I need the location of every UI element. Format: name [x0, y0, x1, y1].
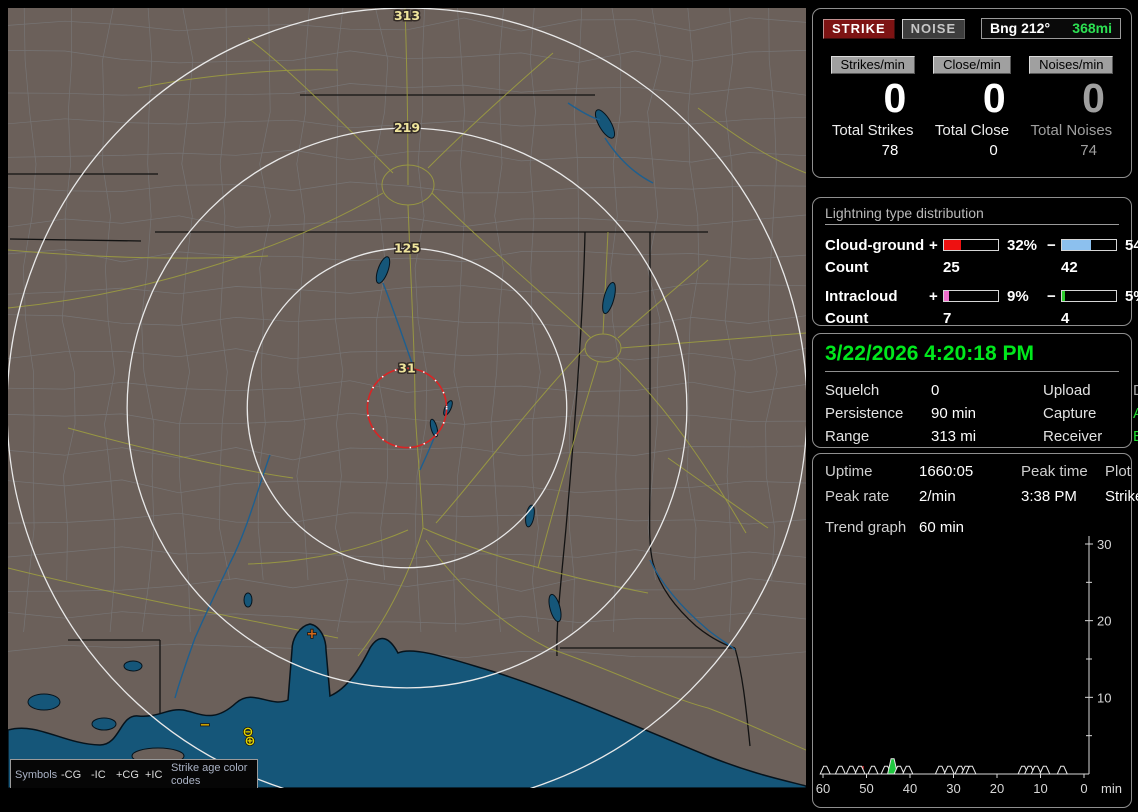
legend-col-neg-ic: -IC	[91, 768, 106, 781]
ic-negative-count: 4	[1061, 309, 1070, 327]
range-value: 313 mi	[931, 428, 977, 445]
total-close-value: 0	[989, 142, 998, 159]
strikes-per-min-button[interactable]: Strikes/min	[830, 56, 915, 74]
squelch-label: Squelch	[825, 382, 880, 399]
squelch-value: 0	[931, 382, 940, 399]
svg-text:0: 0	[1080, 781, 1087, 796]
strikes-per-min-value: 0	[883, 75, 907, 121]
peak-rate-value: 2/min	[919, 488, 956, 505]
intracloud-row: Intracloud + 9% − 5%	[825, 285, 1138, 307]
close-per-min-value: 0	[982, 75, 1006, 121]
map-svg: 31321912531 +− ⊖⊕	[8, 8, 806, 788]
peak-time-value: 3:38 PM	[1021, 488, 1077, 505]
svg-text:40: 40	[903, 781, 917, 796]
distribution-title: Lightning type distribution	[825, 205, 1119, 225]
close-per-min-button[interactable]: Close/min	[933, 56, 1011, 74]
clock-status-panel: 3/22/2026 4:20:18 PM Squelch 0 Upload Di…	[812, 333, 1138, 448]
svg-text:219: 219	[394, 120, 420, 135]
plus-sign: +	[929, 287, 938, 305]
strike-button[interactable]: STRIKE	[823, 18, 895, 39]
datetime-display: 3/22/2026 4:20:18 PM	[825, 342, 1119, 372]
legend-age-header: Strike age color codes	[171, 762, 248, 787]
map-legend: Symbols -CG -IC +CG +IC Strike age color…	[10, 759, 258, 788]
svg-text:10: 10	[1097, 690, 1111, 705]
counter-panel: STRIKE NOISE Bng 212° 368mi Strikes/min …	[812, 8, 1132, 178]
application-window: 313 219 125 31 + − ⊖ ⊕ Symbols -CG -IC +CG +IC…	[0, 0, 1138, 812]
close-column: Close/min 0 Total Close 0	[922, 56, 1021, 159]
legend-col-pos-ic: +IC	[145, 768, 163, 781]
plot-value: Strike	[1105, 488, 1138, 505]
intracloud-label: Intracloud	[825, 287, 898, 305]
svg-text:31: 31	[398, 360, 415, 375]
svg-text:20: 20	[1097, 614, 1111, 629]
svg-text:30: 30	[1097, 537, 1111, 552]
cg-positive-pct: 32%	[1007, 236, 1038, 254]
cloud-ground-row: Cloud-ground + 32% − 54%	[825, 234, 1138, 256]
receiver-label: Receiver	[1043, 428, 1103, 445]
count-label: Count	[825, 258, 869, 276]
noises-per-min-button[interactable]: Noises/min	[1029, 56, 1114, 74]
cloud-ground-count-row: Count 25 42	[825, 256, 1119, 278]
minus-sign: −	[1047, 287, 1056, 305]
cg-negative-count: 42	[1061, 258, 1078, 276]
cloud-ground-label: Cloud-ground	[825, 236, 925, 254]
strike-symbol-+CG: ⊕	[245, 734, 256, 749]
capture-value: Active	[1133, 405, 1138, 422]
ic-positive-pct: 9%	[1007, 287, 1029, 305]
total-noises-value: 74	[1080, 142, 1097, 159]
svg-text:10: 10	[1033, 781, 1047, 796]
total-noises-label: Total Noises	[1030, 122, 1113, 139]
map-area[interactable]: 313 219 125 31 + − ⊖ ⊕ Symbols -CG -IC +CG +IC…	[8, 8, 806, 788]
svg-text:50: 50	[859, 781, 873, 796]
persistence-value: 90 min	[931, 405, 977, 422]
legend-col-neg-cg: -CG	[61, 768, 82, 781]
svg-text:20: 20	[990, 781, 1004, 796]
peak-time-label: Peak time	[1021, 463, 1088, 480]
svg-text:60: 60	[816, 781, 830, 796]
noises-per-min-value: 0	[1082, 75, 1105, 121]
upload-value: Disabled	[1133, 382, 1138, 399]
uptime-value: 1660:05	[919, 463, 974, 480]
strikes-column: Strikes/min 0 Total Strikes 78	[823, 56, 922, 159]
range-label: Range	[825, 428, 870, 445]
persistence-label: Persistence	[825, 405, 904, 422]
plus-sign: +	[929, 236, 938, 254]
svg-text:125: 125	[394, 240, 420, 255]
svg-text:313: 313	[394, 8, 420, 23]
noise-button[interactable]: NOISE	[901, 18, 966, 39]
minus-sign: −	[1047, 236, 1056, 254]
count-label: Count	[825, 309, 869, 327]
cg-negative-pct: 54%	[1125, 236, 1138, 254]
total-strikes-value: 78	[881, 142, 899, 159]
ic-negative-bar	[1061, 290, 1117, 302]
stats-trend-panel: Uptime 1660:05 Peak time Plot Peak rate …	[812, 453, 1138, 808]
cg-positive-bar	[943, 239, 999, 251]
cg-positive-count: 25	[943, 258, 960, 276]
legend-symbols-header: Symbols	[15, 768, 58, 781]
bearing-distance: 368mi	[1072, 20, 1112, 36]
plot-label: Plot	[1105, 463, 1131, 480]
total-close-label: Total Close	[934, 122, 1010, 139]
ic-negative-pct: 5%	[1125, 287, 1138, 305]
receiver-value: Enabled	[1133, 428, 1138, 445]
ic-positive-count: 7	[943, 309, 952, 327]
svg-text:min: min	[1101, 781, 1122, 796]
capture-label: Capture	[1043, 405, 1097, 422]
uptime-label: Uptime	[825, 463, 873, 480]
upload-label: Upload	[1043, 382, 1091, 399]
strike-symbol--IC: −	[200, 718, 211, 733]
legend-col-pos-cg: +CG	[116, 768, 139, 781]
strike-symbol-+IC: +	[307, 627, 318, 642]
distribution-panel: Lightning type distribution Cloud-ground…	[812, 197, 1138, 329]
total-strikes-label: Total Strikes	[831, 122, 914, 139]
noises-column: Noises/min 0 Total Noises 74	[1022, 56, 1121, 159]
peak-rate-label: Peak rate	[825, 488, 890, 505]
bearing-readout: Bng 212° 368mi	[981, 18, 1121, 39]
svg-text:30: 30	[946, 781, 960, 796]
intracloud-count-row: Count 7 4	[825, 307, 1119, 329]
trend-graph: 10 20 30 60 50 40 30 20 10 0 min	[816, 536, 1122, 796]
cg-negative-bar	[1061, 239, 1117, 251]
bearing-label: Bng 212°	[990, 20, 1051, 36]
ic-positive-bar	[943, 290, 999, 302]
